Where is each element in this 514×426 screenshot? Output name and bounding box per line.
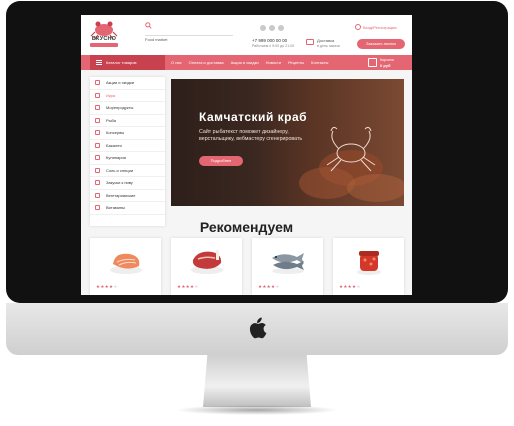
sidebar-item-canned[interactable]: Консервы bbox=[90, 127, 165, 140]
hero-banner: Камчатский краб Сайт рыбатекст поможет д… bbox=[171, 79, 404, 206]
sidebar-item-sales[interactable]: Акции и скидки bbox=[90, 77, 165, 90]
delivery-title: Доставка bbox=[317, 38, 335, 43]
logo-ribbon bbox=[90, 43, 118, 47]
rating-stars: ★★★★★ bbox=[96, 284, 118, 289]
cart-icon[interactable] bbox=[368, 58, 377, 67]
sidebar-item-label: Соль и специи bbox=[106, 167, 134, 173]
percent-icon bbox=[95, 80, 100, 85]
category-sidebar: Акции и скидки Икра Морепродукты Рыба Ко… bbox=[90, 77, 165, 226]
nav-links: О нас Оплата и доставка Акции и скидки Н… bbox=[171, 55, 328, 70]
rating-stars: ★★★★★ bbox=[339, 284, 361, 289]
sidebar-item-label: Акции и скидки bbox=[106, 80, 134, 85]
product-card[interactable]: ★★★★★ bbox=[252, 238, 323, 295]
logo-text: ВКУСНО bbox=[91, 36, 117, 42]
cart-total[interactable]: 0 руб bbox=[380, 63, 390, 68]
leaf-icon bbox=[95, 192, 100, 198]
sidebar-item-label: Рыба bbox=[106, 117, 116, 123]
vk-icon[interactable] bbox=[260, 25, 266, 31]
facebook-icon[interactable] bbox=[269, 25, 275, 31]
rating-stars: ★★★★★ bbox=[177, 284, 199, 289]
product-card[interactable]: ★★★★★ bbox=[171, 238, 242, 295]
user-icon[interactable] bbox=[355, 24, 361, 30]
sidebar-item-snacks[interactable]: Закуски к пиву bbox=[90, 177, 165, 190]
phone-number[interactable]: +7 999 000 00 00 bbox=[252, 38, 287, 43]
search-input[interactable]: Food market bbox=[145, 37, 167, 42]
meat-steak-icon bbox=[191, 250, 223, 274]
stand-shadow bbox=[175, 405, 339, 415]
salmon-steak-icon bbox=[110, 253, 142, 274]
hero-subtitle: Сайт рыбатекст поможет дизайнеру, верста… bbox=[199, 129, 303, 142]
sidebar-item-cooking[interactable]: Кулинария bbox=[90, 152, 165, 165]
apple-logo-icon bbox=[249, 317, 267, 339]
product-card[interactable]: ★★★★★ bbox=[90, 238, 161, 295]
website-screen: ВКУСНО Food market +7 999 000 00 00 Рабо… bbox=[81, 15, 412, 295]
nav-link-recipes[interactable]: Рецепты bbox=[288, 60, 304, 65]
sidebar-item-grocery[interactable]: Бакалея bbox=[90, 140, 165, 152]
sidebar-item-label: Консервы bbox=[106, 130, 125, 135]
search-icon[interactable] bbox=[145, 22, 152, 29]
product-card[interactable]: ★★★★★ bbox=[333, 238, 404, 295]
hero-title: Камчатский краб bbox=[199, 110, 308, 124]
phone-hours: Работаем с 9:00 до 21:00 bbox=[252, 44, 295, 48]
catalog-button[interactable]: Каталог товаров bbox=[90, 55, 165, 70]
sidebar-item-label: Витамины bbox=[106, 205, 125, 210]
catalog-label: Каталог товаров bbox=[106, 60, 137, 65]
salt-icon bbox=[95, 167, 100, 173]
red-caviar-jar-icon bbox=[357, 251, 381, 275]
instagram-icon[interactable] bbox=[278, 25, 284, 31]
delivery-note: в день заказа bbox=[317, 44, 340, 48]
pill-icon bbox=[95, 205, 100, 210]
sidebar-item-vegetarian[interactable]: Вегетарианские bbox=[90, 190, 165, 202]
nav-link-delivery[interactable]: Оплата и доставка bbox=[189, 60, 224, 65]
truck-icon bbox=[306, 39, 314, 45]
sidebar-item-label: Вегетарианские bbox=[106, 192, 136, 198]
site-header: ВКУСНО Food market +7 999 000 00 00 Рабо… bbox=[81, 15, 412, 55]
chef-icon bbox=[95, 155, 100, 160]
sidebar-item-seafood[interactable]: Морепродукты bbox=[90, 102, 165, 115]
callback-button[interactable]: Заказать звонок bbox=[357, 39, 405, 49]
search-underline bbox=[145, 35, 233, 36]
recommend-title: Рекомендуем bbox=[199, 219, 294, 235]
sidebar-item-label: Бакалея bbox=[106, 142, 122, 148]
nav-link-contacts[interactable]: Контакты bbox=[311, 60, 328, 65]
caviar-icon bbox=[95, 92, 100, 98]
grocery-icon bbox=[95, 142, 100, 148]
account-link[interactable]: Вход/Регистрация bbox=[363, 25, 397, 30]
sidebar-item-label: Икра bbox=[106, 92, 116, 98]
beer-icon bbox=[95, 180, 100, 185]
nav-link-news[interactable]: Новости bbox=[266, 60, 281, 65]
sidebar-item-spices[interactable]: Соль и специи bbox=[90, 165, 165, 177]
sidebar-item-fish[interactable]: Рыба bbox=[90, 115, 165, 127]
cart-label[interactable]: Корзина bbox=[380, 58, 394, 62]
fish-icon bbox=[95, 117, 100, 123]
fish-icon bbox=[272, 253, 304, 274]
menu-icon bbox=[96, 60, 102, 65]
sidebar-item-label: Кулинария bbox=[106, 155, 126, 160]
hero-more-button[interactable]: Подробнее bbox=[199, 156, 243, 166]
nav-link-about[interactable]: О нас bbox=[171, 60, 182, 65]
rating-stars: ★★★★★ bbox=[258, 284, 280, 289]
sidebar-item-vitamins[interactable]: Витамины bbox=[90, 202, 165, 215]
shrimp-icon bbox=[95, 105, 100, 110]
crab-illustration-icon bbox=[299, 126, 404, 202]
nav-link-sales[interactable]: Акции и скидки bbox=[231, 60, 259, 65]
can-icon bbox=[95, 130, 100, 135]
sidebar-item-caviar[interactable]: Икра bbox=[90, 90, 165, 102]
sidebar-item-label: Морепродукты bbox=[106, 105, 134, 110]
sidebar-item-label: Закуски к пиву bbox=[106, 180, 133, 185]
monitor-stand bbox=[203, 355, 311, 407]
main-nav: Каталог товаров О нас Оплата и доставка … bbox=[81, 55, 412, 70]
